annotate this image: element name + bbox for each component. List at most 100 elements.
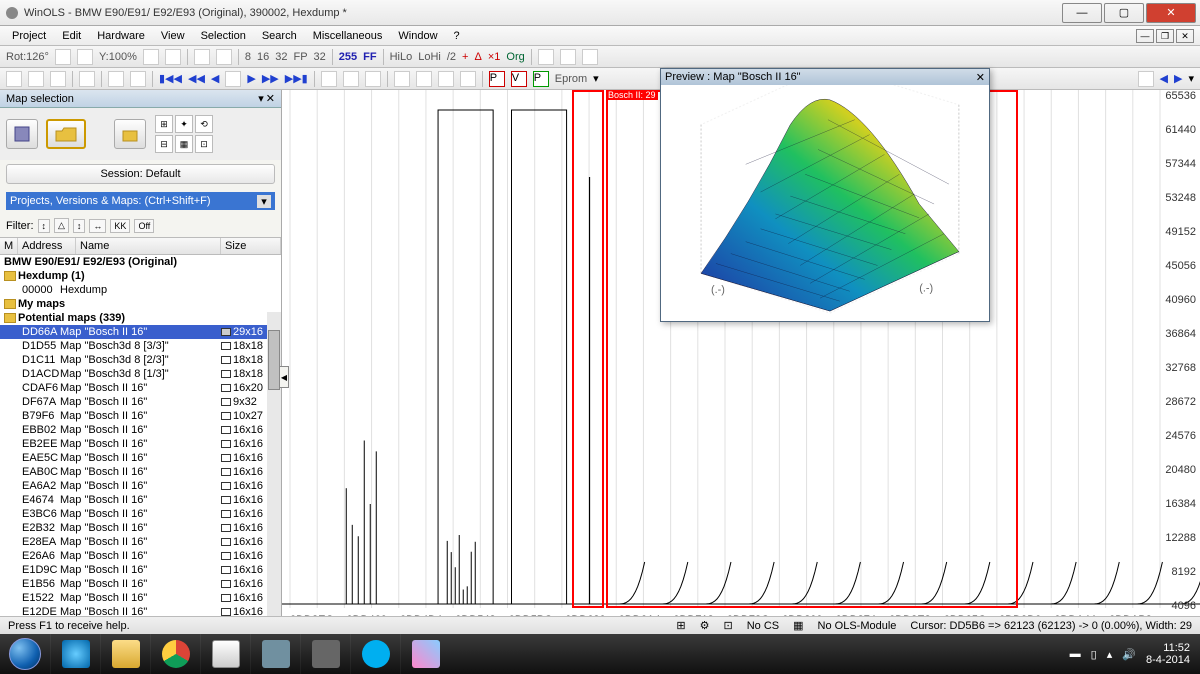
filter-btn-0[interactable]: ↕ (38, 219, 51, 233)
side-tool-3[interactable]: ⟲ (195, 115, 213, 133)
map-row[interactable]: DF67AMap "Bosch II 16"9x32 (0, 395, 281, 409)
map-row[interactable]: E26A6Map "Bosch II 16"16x16 (0, 549, 281, 563)
tree-hexdump-folder[interactable]: Hexdump (1) (0, 269, 281, 283)
tray-date[interactable]: 8-4-2014 (1146, 654, 1190, 666)
nav-prev-page-icon[interactable]: ◀◀ (188, 72, 205, 85)
menu-misc[interactable]: Miscellaneous (307, 28, 389, 44)
redo-icon[interactable] (130, 71, 146, 87)
nav-last-icon[interactable]: ▶▶▮ (285, 72, 308, 85)
bits-32b[interactable]: 32 (314, 51, 326, 63)
next-map-icon[interactable]: ▶ (1174, 72, 1182, 85)
nav-grid-icon[interactable] (225, 71, 241, 87)
bits-fp[interactable]: FP (293, 51, 307, 63)
col-size[interactable]: Size (221, 238, 281, 254)
byteorder-lohi[interactable]: LoHi (418, 51, 441, 63)
side-tool-4[interactable]: ⊟ (155, 135, 173, 153)
bits-8[interactable]: 8 (245, 51, 251, 63)
mdi-minimize-button[interactable]: — (1136, 29, 1154, 43)
op-plus[interactable]: + (462, 51, 468, 63)
toolbar-ext2-icon[interactable] (560, 49, 576, 65)
filter-btn-2[interactable]: ↕ (73, 219, 86, 233)
map-row[interactable]: EAB0CMap "Bosch II 16"16x16 (0, 465, 281, 479)
bits-32[interactable]: 32 (275, 51, 287, 63)
bits-16[interactable]: 16 (257, 51, 269, 63)
wrench-icon[interactable] (394, 71, 410, 87)
nav-next-page-icon[interactable]: ▶▶ (262, 72, 279, 85)
undo-icon[interactable] (108, 71, 124, 87)
toolbar-ext1-icon[interactable] (538, 49, 554, 65)
chip-icon[interactable] (438, 71, 454, 87)
taskbar-app5-icon[interactable] (250, 634, 300, 674)
v-red-icon[interactable]: V (511, 71, 527, 87)
tray-time[interactable]: 11:52 (1146, 642, 1190, 654)
toolbar-eye-icon[interactable] (582, 49, 598, 65)
col-name[interactable]: Name (76, 238, 221, 254)
op-org[interactable]: Org (506, 51, 524, 63)
map-row[interactable]: EB2EEMap "Bosch II 16"16x16 (0, 437, 281, 451)
link-icon[interactable] (460, 71, 476, 87)
filter-btn-4[interactable]: KK (110, 219, 130, 233)
map-row[interactable]: E28EAMap "Bosch II 16"16x16 (0, 535, 281, 549)
status-icon-3[interactable]: ⊡ (724, 619, 733, 632)
col-addr[interactable]: Address (18, 238, 76, 254)
side-tool-5[interactable]: ▦ (175, 135, 193, 153)
preview-window[interactable]: Preview : Map "Bosch II 16" ✕ (.-) (.-) (660, 68, 990, 322)
div2[interactable]: /2 (447, 51, 456, 63)
map-row[interactable]: EBB02Map "Bosch II 16"16x16 (0, 423, 281, 437)
save-icon[interactable] (50, 71, 66, 87)
menu-project[interactable]: Project (6, 28, 52, 44)
sidebar-dropdown-icon[interactable]: ▾ (258, 92, 264, 105)
filter-btn-5[interactable]: Off (134, 219, 154, 233)
mdi-close-button[interactable]: ✕ (1176, 29, 1194, 43)
view-mode-icon[interactable] (194, 49, 210, 65)
filter-btn-3[interactable]: ↔ (89, 219, 106, 233)
session-button[interactable]: Session: Default (6, 164, 275, 184)
map-row[interactable]: EA6A2Map "Bosch II 16"16x16 (0, 479, 281, 493)
byteorder-hilo[interactable]: HiLo (390, 51, 413, 63)
tray-flag-icon[interactable]: ▯ (1091, 648, 1097, 661)
rotate-right-icon[interactable] (77, 49, 93, 65)
nav-next-icon[interactable]: ▶ (247, 72, 255, 85)
tree-project[interactable]: BMW E90/E91/ E92/E93 (Original) (0, 255, 281, 269)
status-icon-1[interactable]: ⊞ (676, 619, 685, 632)
map-row[interactable]: CDAF6Map "Bosch II 16"16x20 (0, 381, 281, 395)
splitter-handle[interactable]: ◀ (279, 366, 289, 388)
list-scrollbar[interactable] (267, 312, 281, 634)
close-button[interactable]: ✕ (1146, 3, 1196, 23)
val-255[interactable]: 255 (339, 51, 357, 63)
filter-btn-1[interactable]: △ (54, 218, 69, 233)
map-row[interactable]: DD66AMap "Bosch II 16"29x16 (0, 325, 281, 339)
tree-potential[interactable]: Potential maps (339) (0, 311, 281, 325)
save-project-button[interactable] (6, 119, 38, 149)
open-project-button[interactable] (46, 119, 86, 149)
tree-hexdump-item[interactable]: 00000Hexdump (0, 283, 281, 297)
menu-hardware[interactable]: Hardware (91, 28, 151, 44)
map-row[interactable]: E1D9CMap "Bosch II 16"16x16 (0, 563, 281, 577)
menu-edit[interactable]: Edit (56, 28, 87, 44)
tray-chevron-icon[interactable]: ▴ (1107, 648, 1113, 661)
tree-mymaps[interactable]: My maps (0, 297, 281, 311)
side-tool-6[interactable]: ⊡ (195, 135, 213, 153)
nav-dropdown-icon[interactable]: ▾ (1188, 72, 1194, 85)
map-row[interactable]: E1B56Map "Bosch II 16"16x16 (0, 577, 281, 591)
taskbar-winols-icon[interactable] (200, 634, 250, 674)
col-m[interactable]: M (0, 238, 18, 254)
map-row[interactable]: E1522Map "Bosch II 16"16x16 (0, 591, 281, 605)
rotate-left-icon[interactable] (55, 49, 71, 65)
mdi-restore-button[interactable]: ❐ (1156, 29, 1174, 43)
map-row[interactable]: E3BC6Map "Bosch II 16"16x16 (0, 507, 281, 521)
open-icon[interactable] (28, 71, 44, 87)
menu-help[interactable]: ? (448, 28, 466, 44)
nav-prev-icon[interactable]: ◀ (211, 72, 219, 85)
map-row[interactable]: E2B32Map "Bosch II 16"16x16 (0, 521, 281, 535)
p-red-icon[interactable]: P (489, 71, 505, 87)
map-row[interactable]: EAE5CMap "Bosch II 16"16x16 (0, 451, 281, 465)
map-row[interactable]: D1ACDMap "Bosch3d 8 [1/3]"18x18 (0, 367, 281, 381)
op-x1[interactable]: ×1 (488, 51, 501, 63)
eprom-dropdown[interactable]: Eprom (555, 73, 587, 85)
zoom-out-icon[interactable] (143, 49, 159, 65)
menu-view[interactable]: View (155, 28, 191, 44)
status-icon-2[interactable]: ⚙ (700, 619, 710, 632)
dropdown-arrow-icon[interactable]: ▾ (593, 72, 599, 85)
maximize-button[interactable]: ▢ (1104, 3, 1144, 23)
